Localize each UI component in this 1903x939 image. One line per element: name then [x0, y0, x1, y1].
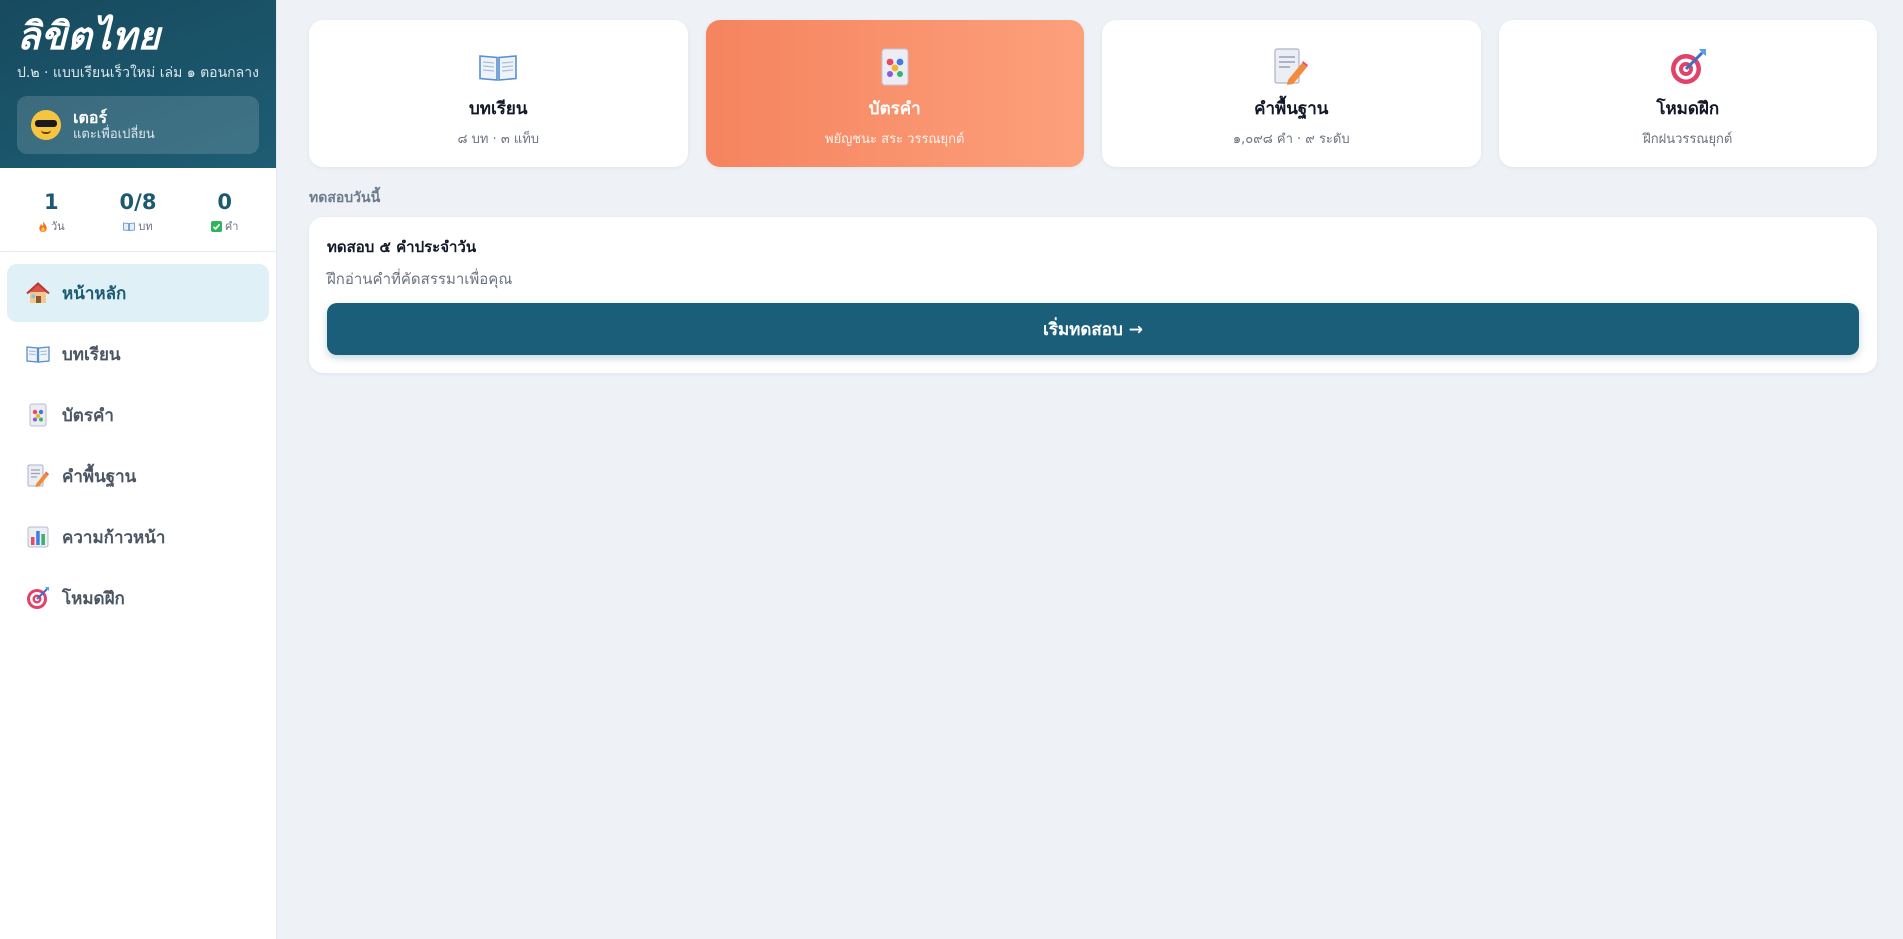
- sidebar-item-label: ความก้าวหน้า: [62, 527, 166, 548]
- start-quiz-button[interactable]: เริ่มทดสอบ →: [327, 303, 1859, 355]
- sidebar-item-label: บัตรคำ: [62, 405, 114, 426]
- quiz-title: ทดสอบ ๕ คำประจำวัน: [327, 238, 477, 256]
- profile-switcher[interactable]: เตอร์ แตะเพื่อเปลี่ยน: [17, 96, 259, 154]
- card-practice[interactable]: โหมดฝึก ฝึกฝนวรรณยุกต์: [1498, 20, 1877, 167]
- bar-chart-icon: [26, 525, 50, 549]
- app-title: ลิขิตไทย: [17, 13, 161, 58]
- card-lessons[interactable]: บทเรียน ๘ บท · ๓ แท็บ: [309, 20, 688, 167]
- sidebar-item-practice[interactable]: โหมดฝึก: [7, 569, 269, 627]
- check-icon: [210, 220, 222, 232]
- stat-label: บท: [138, 220, 153, 233]
- section-label-today-quiz: ทดสอบวันนี้: [309, 190, 381, 206]
- stat-label: วัน: [50, 220, 65, 233]
- card-subtitle: ๘ บท · ๓ แท็บ: [457, 131, 540, 147]
- sidebar-item-lessons[interactable]: บทเรียน: [7, 325, 269, 383]
- card-icon: [26, 403, 50, 427]
- stat-streak-days: 1 วัน: [16, 190, 86, 235]
- quiz-description: ฝึกอ่านคำที่คัดสรรมาเพื่อคุณ: [327, 270, 513, 288]
- book-icon: [123, 222, 136, 231]
- memo-icon: [1271, 47, 1311, 87]
- profile-hint: แตะเพื่อเปลี่ยน: [73, 126, 155, 142]
- card-basic-words[interactable]: คำพื้นฐาน ๑,๐๙๘ คำ · ๙ ระดับ: [1102, 20, 1481, 167]
- main-content: บทเรียน ๘ บท · ๓ แท็บ บัตรคำ พยัญชนะ สระ…: [277, 0, 1903, 939]
- book-icon: [478, 47, 518, 87]
- sidebar-item-basic-words[interactable]: คำพื้นฐาน: [7, 447, 269, 505]
- sidebar-item-progress[interactable]: ความก้าวหน้า: [7, 508, 269, 566]
- target-icon: [26, 586, 50, 610]
- daily-quiz-card: ทดสอบ ๕ คำประจำวัน ฝึกอ่านคำที่คัดสรรมาเ…: [309, 217, 1877, 373]
- brand-header: ลิขิตไทย ป.๒ · แบบเรียนเร็วใหม่ เล่ม ๑ ต…: [0, 0, 276, 168]
- card-flashcards[interactable]: บัตรคำ พยัญชนะ สระ วรรณยุกต์: [705, 20, 1084, 167]
- book-icon: [26, 342, 50, 366]
- card-title: บทเรียน: [468, 98, 528, 119]
- sidebar-nav: หน้าหลัก บทเรียน บัตรคำ คำพื้นฐาน ความก้…: [0, 252, 276, 639]
- card-subtitle: พยัญชนะ สระ วรรณยุกต์: [825, 131, 965, 147]
- stat-words: 0 คำ: [190, 190, 260, 235]
- fire-icon: [39, 220, 47, 232]
- stat-value: 0: [217, 190, 232, 214]
- sidebar-item-label: โหมดฝึก: [62, 588, 125, 609]
- sidebar-item-label: บทเรียน: [62, 344, 121, 365]
- card-subtitle: ๑,๐๙๘ คำ · ๙ ระดับ: [1232, 131, 1350, 147]
- memo-icon: [26, 464, 50, 488]
- target-icon: [1668, 47, 1708, 87]
- stat-value: 1: [44, 190, 59, 214]
- sidebar-item-label: หน้าหลัก: [62, 283, 127, 304]
- sidebar-item-home[interactable]: หน้าหลัก: [7, 264, 269, 322]
- house-icon: [26, 281, 50, 305]
- card-title: คำพื้นฐาน: [1254, 98, 1329, 119]
- sunglasses-face-icon: [31, 110, 61, 140]
- sidebar-item-label: คำพื้นฐาน: [62, 466, 137, 487]
- sidebar-item-flashcards[interactable]: บัตรคำ: [7, 386, 269, 444]
- app-subtitle: ป.๒ · แบบเรียนเร็วใหม่ เล่ม ๑ ตอนกลาง: [17, 65, 259, 81]
- stat-value: 0/8: [119, 190, 157, 214]
- profile-name: เตอร์: [73, 107, 108, 127]
- card-title: บัตรคำ: [868, 98, 921, 119]
- card-title: โหมดฝึก: [1656, 98, 1720, 119]
- stat-label: คำ: [224, 220, 239, 233]
- sidebar: ลิขิตไทย ป.๒ · แบบเรียนเร็วใหม่ เล่ม ๑ ต…: [0, 0, 277, 939]
- card-subtitle: ฝึกฝนวรรณยุกต์: [1643, 131, 1733, 147]
- stats-bar: 1 วัน 0/8 บท 0 คำ: [0, 168, 276, 252]
- card-icon: [875, 47, 915, 87]
- feature-cards: บทเรียน ๘ บท · ๓ แท็บ บัตรคำ พยัญชนะ สระ…: [309, 20, 1877, 167]
- stat-lessons: 0/8 บท: [103, 190, 173, 235]
